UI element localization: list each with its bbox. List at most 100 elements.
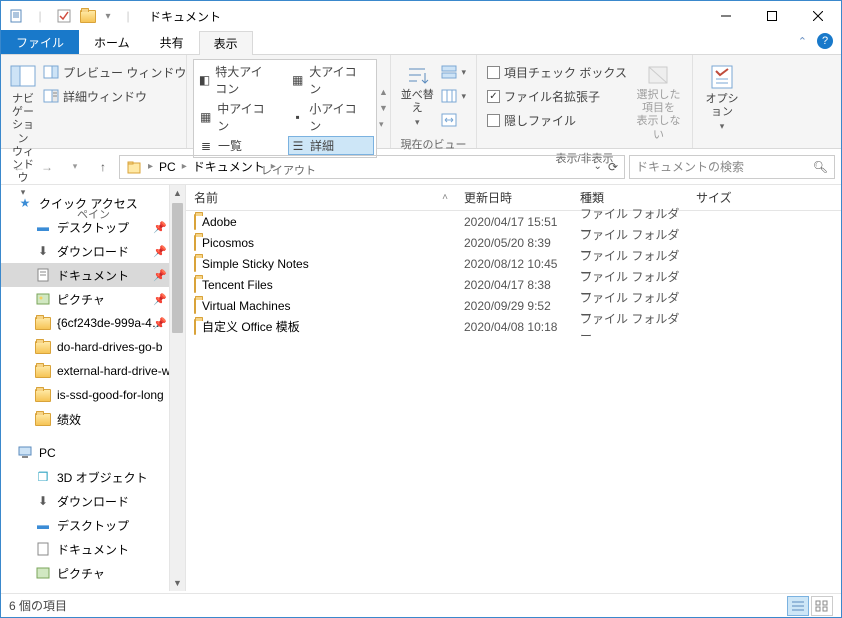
tree-documents-2[interactable]: ドキュメント [1, 537, 185, 561]
minimize-button[interactable] [703, 1, 749, 31]
help-icon[interactable]: ? [817, 33, 833, 49]
icons-view-button[interactable] [811, 596, 833, 616]
sidebar-scrollbar[interactable]: ▲ ▼ [169, 185, 185, 591]
column-date[interactable]: 更新日時 [456, 189, 572, 206]
options-icon [708, 63, 736, 91]
file-row[interactable]: Adobe2020/04/17 15:51ファイル フォルダー [186, 211, 841, 232]
breadcrumb-chevron-icon[interactable]: ▸ [271, 161, 276, 172]
size-columns-button[interactable] [437, 109, 470, 131]
tree-folder[interactable]: {6cf243de-999a-4…📌 [1, 311, 185, 335]
status-bar: 6 個の項目 [1, 593, 841, 617]
forward-button: → [35, 155, 59, 179]
tab-home[interactable]: ホーム [79, 30, 145, 54]
hidden-files-toggle[interactable]: 隠しファイル [483, 109, 631, 131]
options-button[interactable]: オプション▾ [699, 59, 745, 136]
details-pane-button[interactable]: 詳細ウィンドウ [39, 85, 190, 107]
scrollbar-thumb[interactable] [172, 203, 183, 333]
file-extensions-toggle[interactable]: ファイル名拡張子 [483, 85, 631, 107]
file-row[interactable]: Virtual Machines2020/09/29 9:52ファイル フォルダ… [186, 295, 841, 316]
group-by-button[interactable]: ▾ [437, 61, 470, 83]
breadcrumb-pc[interactable]: PC [155, 160, 180, 174]
back-button[interactable]: ← [7, 155, 31, 179]
tree-pictures-2[interactable]: ピクチャ [1, 561, 185, 585]
file-type: ファイル フォルダー [572, 310, 688, 344]
close-button[interactable] [795, 1, 841, 31]
tab-share[interactable]: 共有 [145, 30, 199, 54]
tree-downloads[interactable]: ⬇ダウンロード📌 [1, 239, 185, 263]
preview-pane-button[interactable]: プレビュー ウィンドウ [39, 61, 190, 83]
tree-pc[interactable]: PC [1, 441, 185, 465]
ribbon-tabs: ファイル ホーム 共有 表示 ⌃ ? [1, 31, 841, 55]
breadcrumb-chevron-icon[interactable]: ▸ [182, 161, 187, 172]
layout-scroll-up-icon[interactable]: ▲ [379, 87, 388, 97]
layout-list[interactable]: ≣一覧 [196, 136, 282, 155]
tree-desktop-2[interactable]: ▬デスクトップ [1, 513, 185, 537]
search-icon[interactable]: 🔍︎ [813, 160, 828, 174]
qat-dropdown-icon[interactable]: ▾ [101, 5, 115, 27]
search-box[interactable]: ドキュメントの検索 🔍︎ [629, 155, 835, 179]
tree-3d-objects[interactable]: ❒3D オブジェクト [1, 465, 185, 489]
layout-medium[interactable]: ▦中アイコン [196, 99, 282, 135]
tab-view[interactable]: 表示 [199, 31, 253, 55]
tab-file[interactable]: ファイル [1, 30, 79, 54]
pin-icon: 📌 [153, 269, 167, 282]
add-columns-button[interactable]: ▾ [437, 85, 470, 107]
layout-extra-large[interactable]: ◧特大アイコン [196, 62, 282, 98]
tree-folder[interactable]: is-ssd-good-for-long [1, 383, 185, 407]
recent-locations-button[interactable]: ▾ [63, 155, 87, 179]
address-dropdown-icon[interactable]: ⌄ [594, 161, 602, 172]
sort-button[interactable]: 並べ替え▾ [397, 59, 437, 132]
layout-scroll-down-icon[interactable]: ▼ [379, 103, 388, 113]
size-columns-icon [441, 113, 457, 127]
folder-icon [35, 387, 51, 403]
pin-icon: 📌 [153, 245, 167, 258]
tree-pictures[interactable]: ピクチャ📌 [1, 287, 185, 311]
item-checkboxes-toggle[interactable]: 項目チェック ボックス [483, 61, 631, 83]
breadcrumb-chevron-icon[interactable]: ▸ [148, 161, 153, 172]
refresh-icon[interactable]: ⟳ [608, 160, 618, 174]
column-type[interactable]: 種類 [572, 189, 688, 206]
file-name: Picosmos [202, 236, 254, 250]
qat-properties-icon[interactable] [5, 5, 27, 27]
file-row[interactable]: Picosmos2020/05/20 8:39ファイル フォルダー [186, 232, 841, 253]
file-list-pane: 名前˄ 更新日時 種類 サイズ Adobe2020/04/17 15:51ファイ… [186, 185, 841, 591]
up-button[interactable]: ↑ [91, 155, 115, 179]
qat-folder-icon[interactable] [77, 5, 99, 27]
file-row[interactable]: Tencent Files2020/04/17 8:38ファイル フォルダー [186, 274, 841, 295]
address-bar[interactable]: ▸ PC ▸ ドキュメント ▸ ⌄ ⟳ [119, 155, 625, 179]
navigation-pane-button[interactable]: ナビゲーション ウィンドウ▾ [7, 59, 39, 202]
tree-folder[interactable]: do-hard-drives-go-b [1, 335, 185, 359]
hide-selected-icon [646, 63, 670, 87]
column-name[interactable]: 名前˄ [186, 189, 456, 206]
download-icon: ⬇ [35, 243, 51, 259]
layout-large[interactable]: ▦大アイコン [288, 62, 374, 98]
file-name: 自定义 Office 模板 [202, 318, 300, 335]
pictures-icon [35, 291, 51, 307]
tree-desktop[interactable]: ▬デスクトップ📌 [1, 215, 185, 239]
tree-documents[interactable]: ドキュメント📌 [1, 263, 185, 287]
layout-details[interactable]: ☰詳細 [288, 136, 374, 155]
tree-quick-access[interactable]: ★クイック アクセス [1, 191, 185, 215]
tree-folder[interactable]: 绩效 [1, 407, 185, 431]
file-rows: Adobe2020/04/17 15:51ファイル フォルダーPicosmos2… [186, 211, 841, 337]
file-row[interactable]: 自定义 Office 模板2020/04/08 10:18ファイル フォルダー [186, 316, 841, 337]
maximize-button[interactable] [749, 1, 795, 31]
breadcrumb-root[interactable] [122, 159, 146, 175]
tree-folder[interactable]: external-hard-drive-w [1, 359, 185, 383]
ribbon-collapse-icon[interactable]: ⌃ [798, 35, 807, 48]
tree-downloads-2[interactable]: ⬇ダウンロード [1, 489, 185, 513]
scroll-down-icon[interactable]: ▼ [170, 575, 185, 591]
qat-check-icon[interactable] [53, 5, 75, 27]
documents-icon [35, 267, 51, 283]
qat-sep2: | [117, 5, 139, 27]
layout-small[interactable]: ▪小アイコン [288, 99, 374, 135]
file-row[interactable]: Simple Sticky Notes2020/08/12 10:45ファイル … [186, 253, 841, 274]
title-bar: | ▾ | ドキュメント [1, 1, 841, 31]
scroll-up-icon[interactable]: ▲ [170, 185, 185, 201]
breadcrumb-documents[interactable]: ドキュメント [189, 158, 269, 175]
column-size[interactable]: サイズ [688, 189, 788, 206]
details-view-button[interactable] [787, 596, 809, 616]
pin-icon: 📌 [153, 221, 167, 234]
main-area: ★クイック アクセス ▬デスクトップ📌 ⬇ダウンロード📌 ドキュメント📌 ピクチ… [1, 185, 841, 591]
layout-expand-icon[interactable]: ▾ [379, 119, 388, 130]
